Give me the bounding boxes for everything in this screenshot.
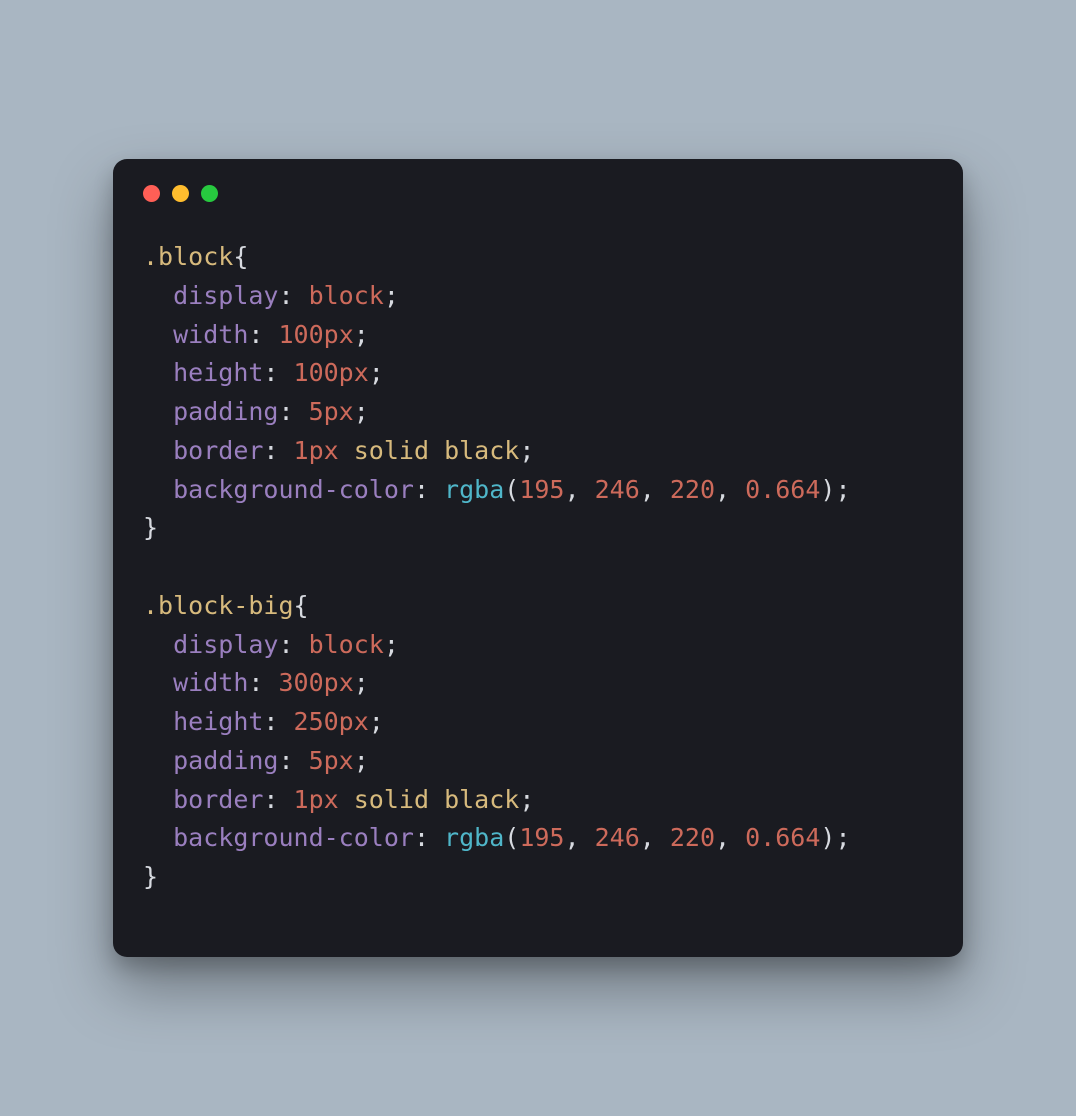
code-token: background-color — [173, 475, 414, 504]
code-token: border — [173, 785, 263, 814]
code-token: ( — [504, 823, 519, 852]
code-token: , — [564, 475, 594, 504]
code-token: ; — [354, 397, 369, 426]
code-token: 5px — [309, 397, 354, 426]
code-token: ; — [384, 630, 399, 659]
code-token: border — [173, 436, 263, 465]
code-token: black — [444, 436, 519, 465]
code-token: 220 — [670, 823, 715, 852]
code-token: : — [278, 746, 308, 775]
code-token: 100px — [278, 320, 353, 349]
code-token: ) — [820, 475, 835, 504]
code-token: 1px — [294, 785, 339, 814]
code-token: ; — [354, 746, 369, 775]
code-token: ; — [835, 475, 850, 504]
code-token: ; — [369, 707, 384, 736]
code-token: 195 — [519, 823, 564, 852]
code-token: 246 — [595, 823, 640, 852]
code-token: : — [414, 475, 444, 504]
code-token: ; — [354, 320, 369, 349]
code-token: ; — [519, 785, 534, 814]
code-token: : — [263, 785, 293, 814]
code-token: rgba — [444, 823, 504, 852]
code-token: ; — [384, 281, 399, 310]
code-window: .block{ display: block; width: 100px; he… — [113, 159, 963, 957]
code-token: height — [173, 707, 263, 736]
code-token: .block-big — [143, 591, 294, 620]
code-token: ; — [354, 668, 369, 697]
code-token: 0.664 — [745, 823, 820, 852]
code-token: 0.664 — [745, 475, 820, 504]
code-token: ( — [504, 475, 519, 504]
code-token: 246 — [595, 475, 640, 504]
code-token: height — [173, 358, 263, 387]
code-token: } — [143, 862, 158, 891]
code-token: 195 — [519, 475, 564, 504]
code-token: block — [309, 281, 384, 310]
code-token: display — [173, 630, 278, 659]
code-token: , — [640, 823, 670, 852]
code-token: solid — [354, 436, 429, 465]
code-token: padding — [173, 397, 278, 426]
code-token: ; — [369, 358, 384, 387]
code-token: : — [414, 823, 444, 852]
code-token: : — [278, 397, 308, 426]
code-token: 1px — [294, 436, 339, 465]
code-token: : — [278, 281, 308, 310]
code-token: padding — [173, 746, 278, 775]
code-token: background-color — [173, 823, 414, 852]
code-token: { — [294, 591, 309, 620]
code-token: : — [263, 436, 293, 465]
code-token: , — [564, 823, 594, 852]
code-token: 250px — [294, 707, 369, 736]
code-token: .block — [143, 242, 233, 271]
code-token: ) — [820, 823, 835, 852]
code-token: rgba — [444, 475, 504, 504]
zoom-icon[interactable] — [201, 185, 218, 202]
close-icon[interactable] — [143, 185, 160, 202]
code-token: display — [173, 281, 278, 310]
code-token: , — [640, 475, 670, 504]
code-token: ; — [835, 823, 850, 852]
code-token: width — [173, 320, 248, 349]
code-token: : — [248, 320, 278, 349]
code-token: { — [233, 242, 248, 271]
code-token: 220 — [670, 475, 715, 504]
code-token: block — [309, 630, 384, 659]
code-token: : — [278, 630, 308, 659]
code-block: .block{ display: block; width: 100px; he… — [143, 238, 933, 897]
code-token: : — [263, 707, 293, 736]
code-token: , — [715, 475, 745, 504]
code-token: black — [444, 785, 519, 814]
code-token: 100px — [294, 358, 369, 387]
code-token: } — [143, 513, 158, 542]
code-token: , — [715, 823, 745, 852]
code-token: : — [248, 668, 278, 697]
code-token: 300px — [278, 668, 353, 697]
code-token: : — [263, 358, 293, 387]
code-token: 5px — [309, 746, 354, 775]
minimize-icon[interactable] — [172, 185, 189, 202]
window-controls — [143, 185, 933, 202]
code-token: solid — [354, 785, 429, 814]
code-token: ; — [519, 436, 534, 465]
code-token: width — [173, 668, 248, 697]
